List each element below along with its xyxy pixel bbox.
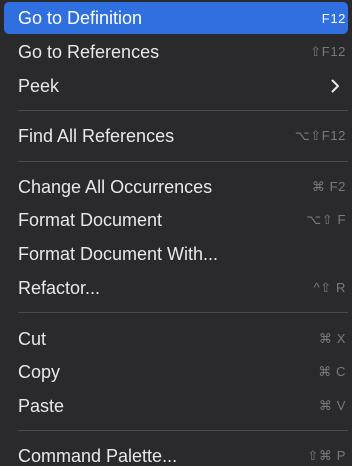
menu-item-label: Change All Occurrences <box>18 177 213 197</box>
menu-item-command-palette[interactable]: Command Palette... ⇧⌘ P <box>4 440 348 466</box>
menu-item-shortcut: ⌘ X <box>318 331 346 346</box>
menu-separator <box>18 312 348 313</box>
menu-item-shortcut: F12 <box>321 10 346 26</box>
menu-item-label: Cut <box>18 329 47 349</box>
menu-item-label: Refactor... <box>18 278 101 298</box>
context-menu: Go to Definition F12 Go to References ⇧F… <box>0 0 352 466</box>
menu-item-shortcut: ⇧F12 <box>310 44 346 59</box>
menu-item-refactor[interactable]: Refactor... ^⇧ R <box>4 272 348 304</box>
menu-item-label: Go to References <box>18 42 160 62</box>
menu-separator <box>18 110 348 111</box>
menu-item-paste[interactable]: Paste ⌘ V <box>4 390 348 422</box>
menu-item-cut[interactable]: Cut ⌘ X <box>4 323 348 355</box>
menu-item-shortcut: ⌘ F2 <box>311 179 346 194</box>
menu-item-copy[interactable]: Copy ⌘ C <box>4 356 348 388</box>
menu-item-label: Command Palette... <box>18 446 178 466</box>
menu-item-shortcut: ^⇧ R <box>313 280 346 295</box>
menu-item-find-all-references[interactable]: Find All References ⌥⇧F12 <box>4 120 348 152</box>
menu-item-peek[interactable]: Peek <box>4 70 348 102</box>
menu-separator <box>18 161 348 162</box>
menu-item-label: Format Document With... <box>18 244 219 264</box>
menu-item-shortcut: ⌥⇧F12 <box>294 128 346 143</box>
chevron-right-icon <box>331 70 340 102</box>
menu-item-go-to-definition[interactable]: Go to Definition F12 <box>4 2 348 34</box>
menu-item-change-all-occurrences[interactable]: Change All Occurrences ⌘ F2 <box>4 171 348 203</box>
menu-item-label: Copy <box>18 362 61 382</box>
menu-item-label: Go to Definition <box>18 8 143 28</box>
menu-item-label: Find All References <box>18 126 175 146</box>
menu-item-label: Paste <box>18 396 65 416</box>
menu-separator <box>18 430 348 431</box>
menu-item-shortcut: ⌘ V <box>318 398 346 413</box>
menu-item-label: Peek <box>18 76 60 96</box>
menu-item-go-to-references[interactable]: Go to References ⇧F12 <box>4 36 348 68</box>
menu-item-shortcut: ⇧⌘ P <box>307 448 346 463</box>
menu-item-label: Format Document <box>18 210 163 230</box>
menu-item-format-document-with[interactable]: Format Document With... <box>4 238 348 270</box>
menu-item-shortcut: ⌘ C <box>318 364 346 379</box>
menu-item-shortcut: ⌥⇧ F <box>306 212 346 227</box>
menu-item-format-document[interactable]: Format Document ⌥⇧ F <box>4 204 348 236</box>
